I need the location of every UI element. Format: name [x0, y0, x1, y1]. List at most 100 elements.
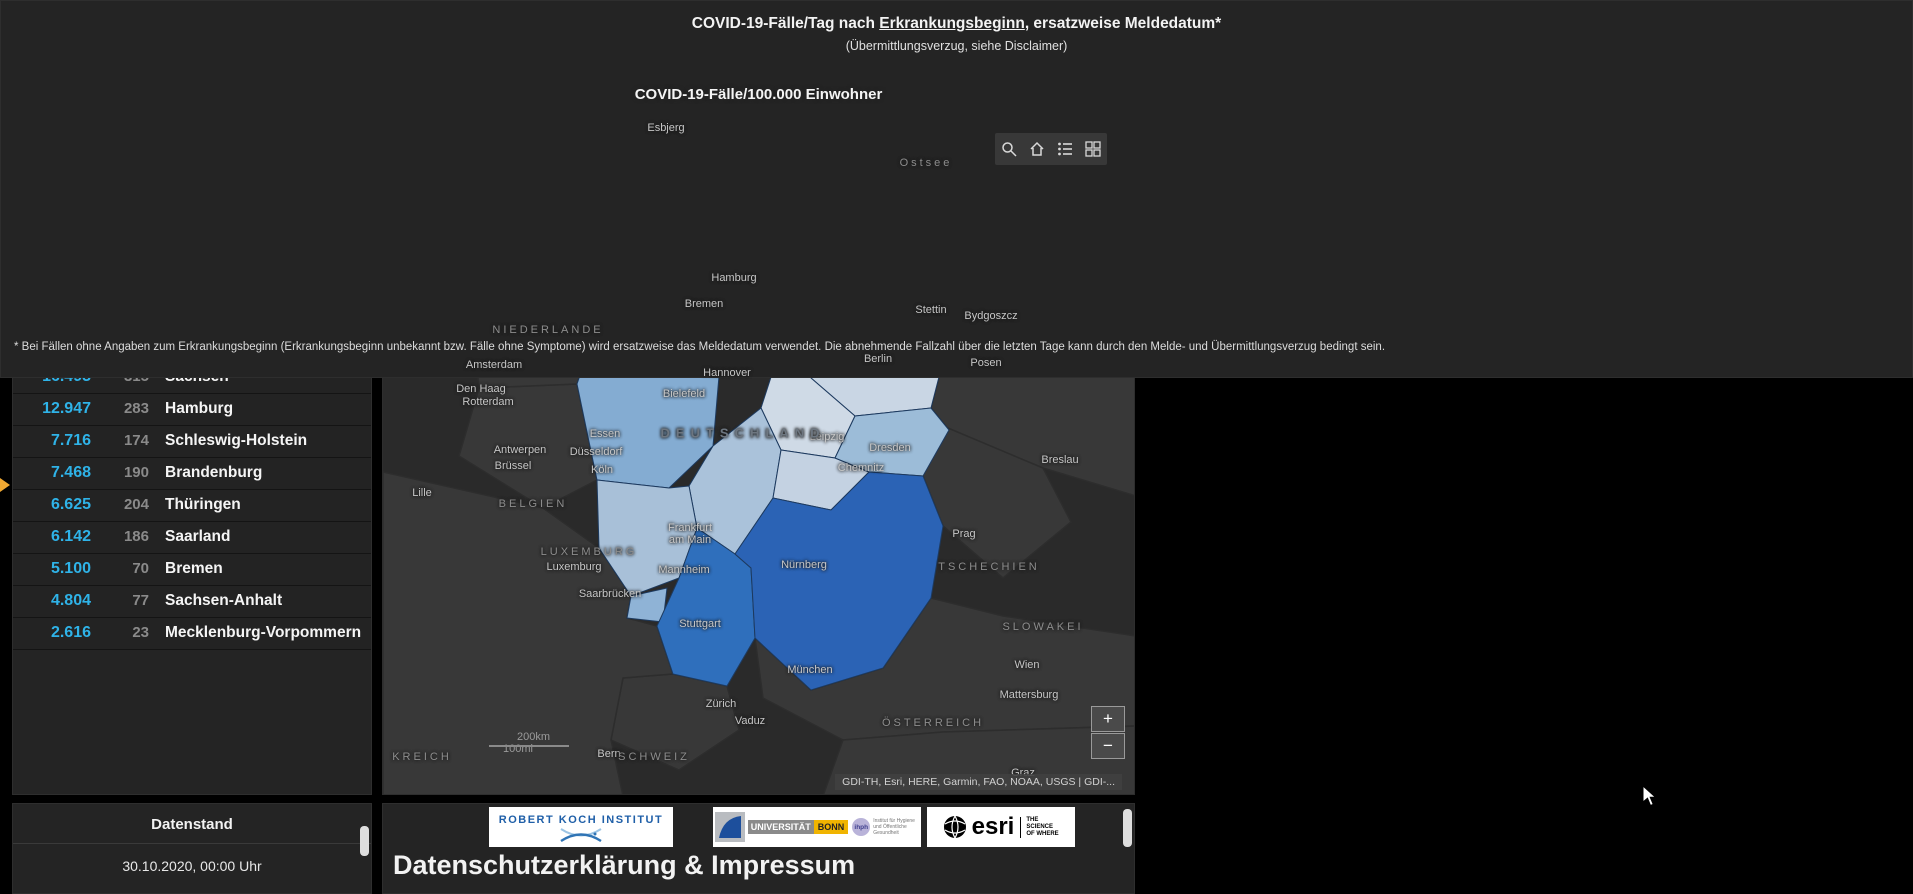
map-title: COVID-19-Fälle/100.000 Einwohner: [634, 86, 883, 103]
map-city-label: Köln: [590, 464, 614, 476]
bundesland-row[interactable]: 6.142 186 Saarland: [13, 522, 371, 554]
esri-logo: esri THE SCIENCE OF WHERE: [927, 807, 1075, 847]
uni-bonn-wordmark: UNIVERSITÄT BONN: [747, 820, 849, 834]
rki-fish-icon: [560, 827, 602, 842]
bonn-universitaet-text: UNIVERSITÄT: [747, 820, 814, 834]
row-deaths: 77: [132, 592, 149, 609]
esri-globe-icon: [943, 815, 966, 839]
map-area-label: SLOWAKEI: [1002, 621, 1084, 633]
datenstand-panel: Datenstand 30.10.2020, 00:00 Uhr: [12, 803, 372, 894]
bundesland-row[interactable]: 7.716 174 Schleswig-Holstein: [13, 426, 371, 458]
row-cases: 5.100: [50, 560, 91, 577]
bundesland-row[interactable]: 2.616 23 Mecklenburg-Vorpommern: [13, 618, 371, 650]
scrollbar[interactable]: [360, 826, 369, 856]
zoom-out-button[interactable]: −: [1091, 733, 1125, 759]
map-city-label: Mannheim: [658, 564, 710, 576]
row-deaths: 23: [132, 624, 149, 641]
map-city-label: Bern: [597, 748, 621, 760]
uni-bonn-mark-icon: [714, 812, 745, 842]
uni-bonn-logo: UNIVERSITÄT BONN ihph Institut für Hygie…: [713, 807, 921, 847]
daily-chart: COVID-19-Fälle/Tag nach Erkrankungsbegin…: [0, 0, 1913, 378]
row-name: Thüringen: [165, 496, 241, 513]
scrollbar[interactable]: [1123, 809, 1132, 847]
map-scalebar: 200km 100mi: [489, 731, 569, 755]
map-city-label: Antwerpen: [493, 444, 547, 456]
map-city-label: Posen: [970, 357, 1002, 369]
row-cases: 7.716: [50, 432, 91, 449]
row-cases: 6.625: [50, 496, 91, 513]
scale-km: 200km: [517, 731, 551, 743]
map-city-label: Amsterdam: [465, 359, 523, 371]
map-city-label: Saarbrücken: [578, 588, 642, 600]
map-city-label: Wien: [1014, 659, 1040, 671]
legend-list-icon[interactable]: [1057, 141, 1073, 157]
row-name: Schleswig-Holstein: [165, 432, 308, 449]
map-area-label: DEUTSCHLAND: [660, 425, 826, 441]
bonn-city-text: BONN: [813, 820, 849, 834]
search-icon[interactable]: [1001, 141, 1017, 157]
row-cases: 2.616: [50, 624, 91, 641]
map-city-label: Stettin: [915, 304, 947, 316]
map-area-label: Ostsee: [899, 157, 953, 169]
row-cases: 12.947: [42, 400, 91, 417]
esri-tagline: THE SCIENCE OF WHERE: [1020, 816, 1060, 838]
map-area-label: LUXEMBURG: [540, 546, 638, 558]
bundesland-row[interactable]: 5.100 70 Bremen: [13, 554, 371, 586]
edge-marker-icon: [0, 478, 10, 492]
scalebar-line: [489, 745, 569, 747]
map-city-label: Bydgoszcz: [964, 310, 1018, 322]
map-city-label: Prag: [952, 528, 976, 540]
rki-logo-text: ROBERT KOCH INSTITUT: [498, 813, 664, 826]
row-name: Brandenburg: [165, 464, 263, 481]
row-cases: 6.142: [50, 528, 91, 545]
daily-title-post: , ersatzweise Meldedatum*: [1024, 15, 1222, 32]
map-city-label: Mattersburg: [999, 689, 1059, 701]
daily-title-pre: COVID-19-Fälle/Tag nach: [691, 15, 880, 32]
rki-logo: ROBERT KOCH INSTITUT: [489, 807, 673, 847]
bundesland-row[interactable]: 7.468 190 Brandenburg: [13, 458, 371, 490]
basemap-grid-icon[interactable]: [1085, 141, 1101, 157]
zoom-in-button[interactable]: +: [1091, 706, 1125, 732]
map-city-label: Essen: [589, 428, 621, 440]
daily-title-erkrankungsbeginn: Erkrankungsbeginn: [879, 15, 1025, 32]
map-city-label: Breslau: [1041, 454, 1079, 466]
map-city-label: Brüssel: [494, 460, 532, 472]
row-name: Sachsen-Anhalt: [165, 592, 283, 609]
map-city-label: Rotterdam: [462, 396, 514, 408]
map-attribution: GDI-TH, Esri, HERE, Garmin, FAO, NOAA, U…: [835, 774, 1122, 790]
map-zoom-controls: + −: [1091, 706, 1125, 759]
map-city-label: Dresden: [869, 442, 911, 454]
map-city-label: Frankfurt am Main: [667, 522, 713, 546]
map-city-label: Bremen: [684, 298, 724, 310]
map-area-label: ÖSTERREICH: [881, 717, 985, 729]
map-city-label: Nürnberg: [781, 559, 827, 571]
map-area-label: TSCHECHIEN: [938, 561, 1040, 573]
row-deaths: 204: [123, 496, 149, 513]
row-deaths: 186: [123, 528, 149, 545]
row-cases: 7.468: [50, 464, 91, 481]
map-city-label: Vaduz: [734, 715, 766, 727]
bundesland-row[interactable]: 12.947 283 Hamburg: [13, 394, 371, 426]
map-city-label: Berlin: [863, 353, 893, 365]
bundesland-row[interactable]: 6.625 204 Thüringen: [13, 490, 371, 522]
ihph-logo: ihph: [852, 818, 871, 836]
map-city-label: Hamburg: [711, 272, 757, 284]
map-city-label: Lille: [412, 487, 432, 499]
bundesland-row[interactable]: 4.804 77 Sachsen-Anhalt: [13, 586, 371, 618]
map-toolbar: [995, 133, 1107, 165]
row-name: Saarland: [165, 528, 231, 545]
map-city-label: Düsseldorf: [569, 446, 623, 458]
map-city-label: Luxemburg: [546, 561, 602, 573]
map-city-label: Den Haag: [456, 383, 506, 395]
row-deaths: 70: [132, 560, 149, 577]
map-city-label: Esbjerg: [647, 122, 685, 134]
row-deaths: 190: [123, 464, 149, 481]
daily-chart-title: COVID-19-Fälle/Tag nach Erkrankungsbegin…: [1, 15, 1912, 33]
mouse-cursor: [1642, 785, 1657, 807]
impressum-link[interactable]: Datenschutzerklärung & Impressum: [393, 850, 855, 881]
row-deaths: 174: [123, 432, 149, 449]
home-icon[interactable]: [1029, 141, 1045, 157]
row-name: Bremen: [165, 560, 223, 577]
map-area-label: NIEDERLANDE: [492, 324, 604, 336]
datenstand-value: 30.10.2020, 00:00 Uhr: [122, 858, 262, 874]
